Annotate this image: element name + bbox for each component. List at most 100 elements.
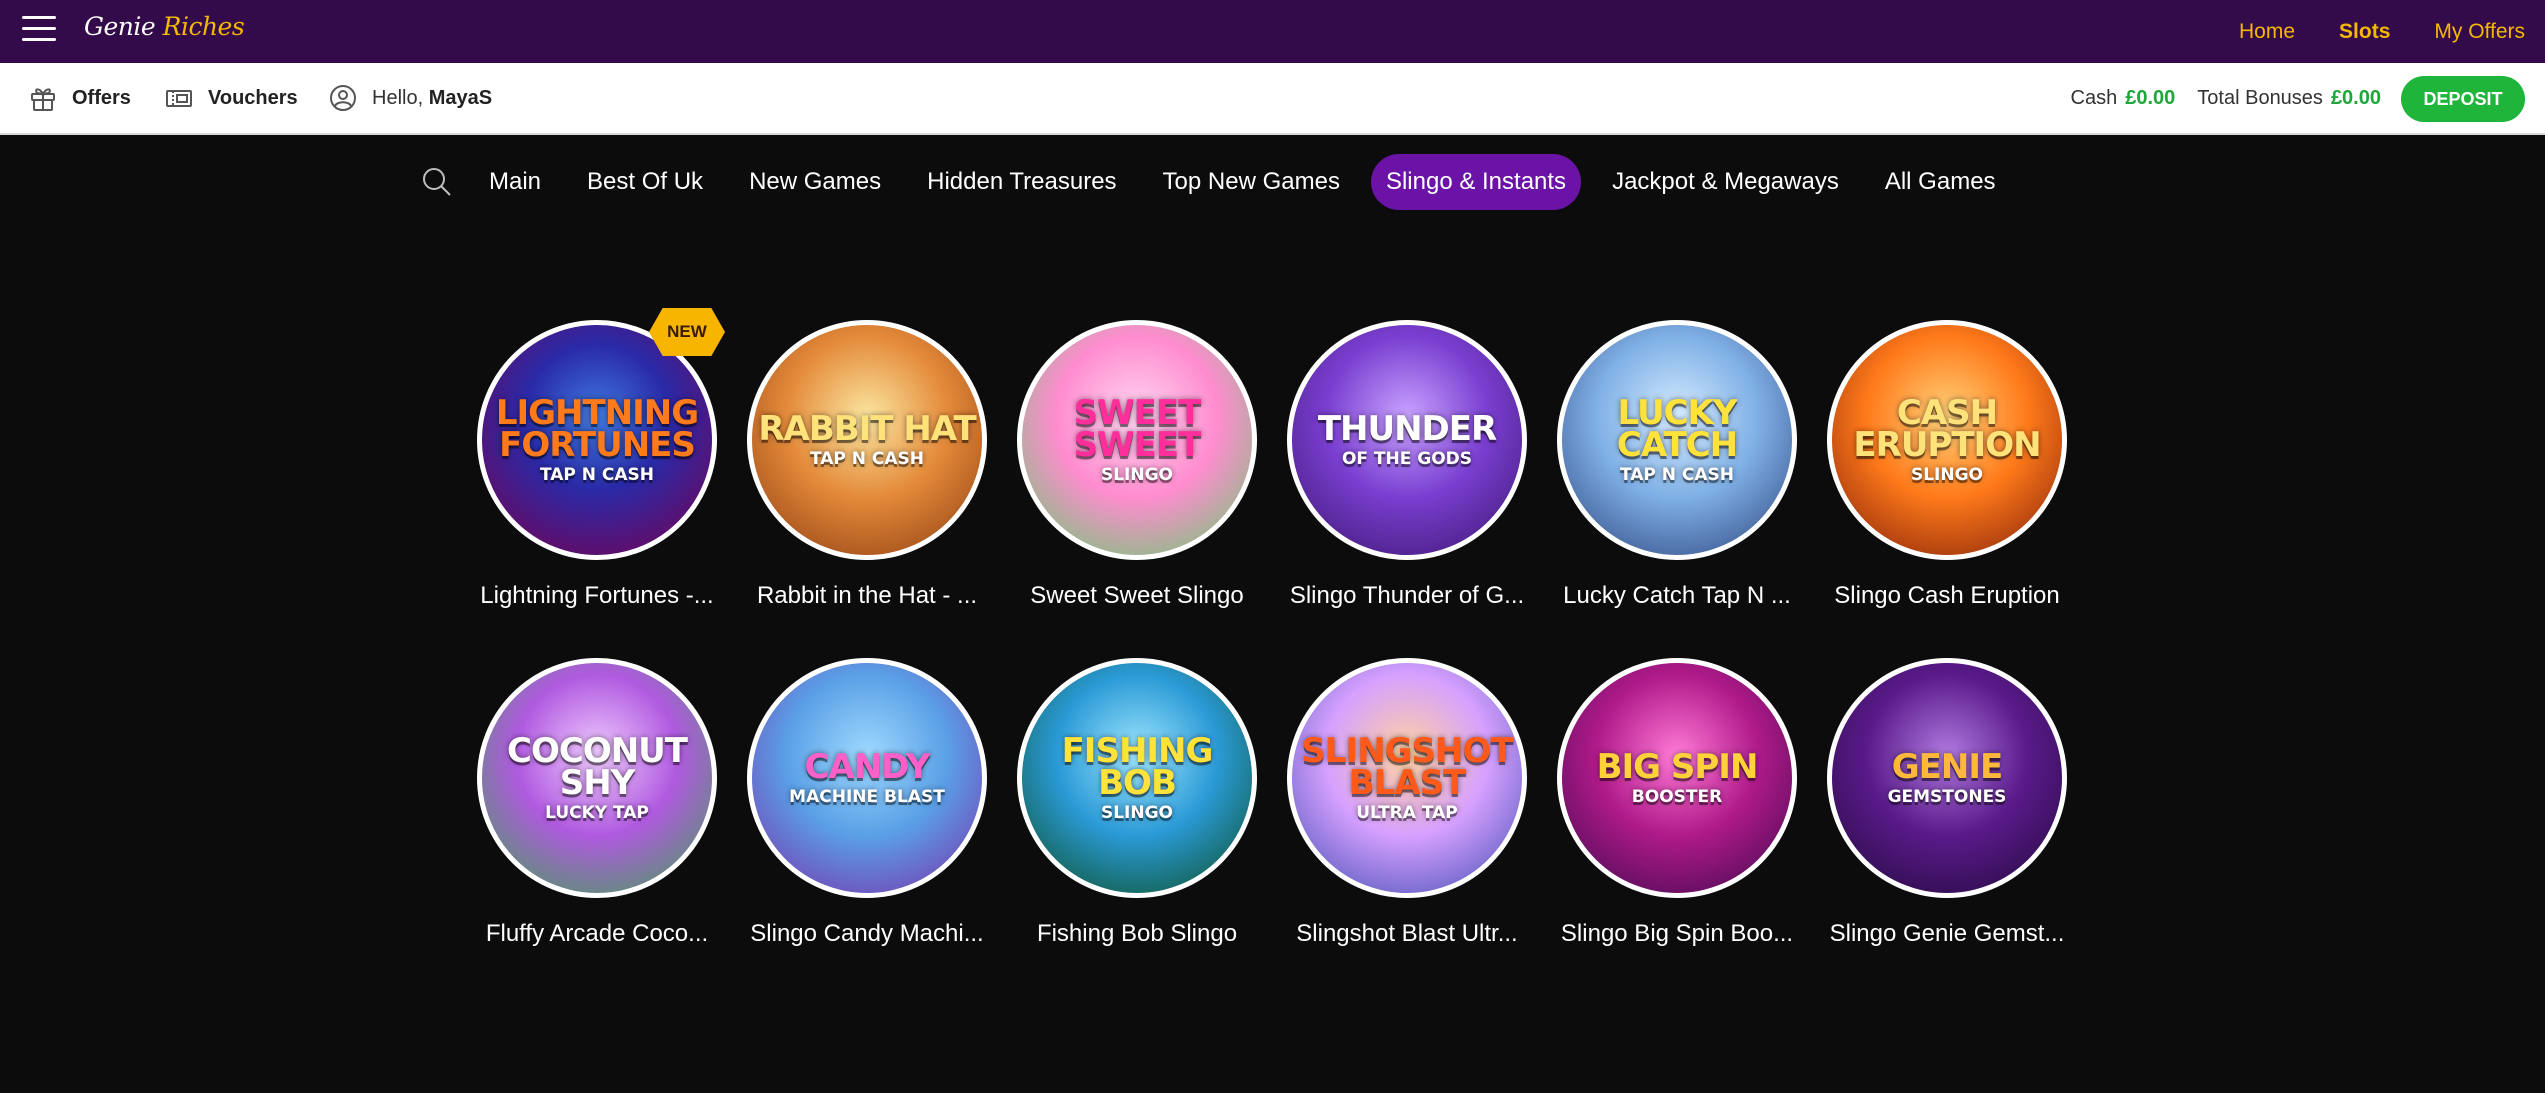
game-tile[interactable]: Rabbit Hat TAP N CASH Rabbit in the Hat - …	[732, 320, 1002, 610]
game-art-title: Big Spin BOOSTER	[1591, 750, 1764, 806]
game-tile[interactable]: Sweet Sweet SLINGO Sweet Sweet Slingo	[1002, 320, 1272, 610]
game-art-title-text: Lucky Catch	[1616, 392, 1738, 465]
hello-prefix: Hello,	[372, 86, 424, 109]
game-thumbnail[interactable]: Big Spin BOOSTER	[1557, 658, 1797, 898]
game-thumbnail[interactable]: Fishing Bob SLINGO	[1017, 658, 1257, 898]
game-art-title: Candy MACHINE BLAST	[783, 750, 951, 808]
nav-my-offers-link[interactable]: My Offers	[2434, 20, 2525, 44]
category-tab[interactable]: Hidden Treasures	[912, 154, 1131, 210]
game-art-title-text: Rabbit Hat	[758, 408, 976, 449]
game-tile[interactable]: Candy MACHINE BLAST Slingo Candy Machi...	[732, 658, 1002, 948]
search-icon[interactable]	[420, 165, 454, 199]
game-thumbnail[interactable]: Lucky Catch TAP N CASH	[1557, 320, 1797, 560]
game-art-disc: Fishing Bob SLINGO	[1017, 658, 1257, 898]
category-nav: Main Best Of Uk New Games Hidden Treasures T…	[420, 154, 2027, 210]
game-name[interactable]: Slingo Candy Machi...	[732, 920, 1002, 948]
category-tab[interactable]: Main	[474, 154, 556, 210]
game-art-disc: Lightning Fortunes TAP N CASH	[477, 320, 717, 560]
username: MayaS	[428, 86, 493, 109]
voucher-icon	[166, 90, 192, 107]
game-art-title: Slingshot Blast ultra tap	[1292, 734, 1522, 824]
game-thumbnail[interactable]: Candy MACHINE BLAST	[747, 658, 987, 898]
game-name[interactable]: Slingo Genie Gemst...	[1812, 920, 2082, 948]
offers-button[interactable]: Offers	[28, 63, 131, 133]
game-art-title-text: Sweet Sweet	[1073, 392, 1202, 465]
game-name[interactable]: Fluffy Arcade Coco...	[462, 920, 732, 948]
game-art-subtitle: TAP N CASH	[539, 465, 655, 486]
game-name[interactable]: Slingo Thunder of G...	[1272, 582, 1542, 610]
game-name[interactable]: Slingshot Blast Ultr...	[1272, 920, 1542, 948]
game-art-title: Cash Eruption SLINGO	[1832, 396, 2062, 486]
game-name[interactable]: Slingo Big Spin Boo...	[1542, 920, 1812, 948]
category-tab[interactable]: Top New Games	[1148, 154, 1355, 210]
game-thumbnail[interactable]: Slingshot Blast ultra tap	[1287, 658, 1527, 898]
game-tile[interactable]: Big Spin BOOSTER Slingo Big Spin Boo...	[1542, 658, 1812, 948]
game-art-title-text: Thunder	[1317, 408, 1497, 449]
menu-icon[interactable]	[22, 16, 56, 42]
game-name[interactable]: Lucky Catch Tap N ...	[1542, 582, 1812, 610]
brand-logo[interactable]: Genie Riches	[84, 12, 245, 41]
game-art-title-text: Lightning Fortunes	[495, 392, 699, 465]
game-name[interactable]: Rabbit in the Hat - ...	[732, 582, 1002, 610]
game-tile[interactable]: Genie Gemstones Slingo Genie Gemst...	[1812, 658, 2082, 948]
category-list: Main Best Of Uk New Games Hidden Treasures T…	[474, 154, 2027, 210]
game-art-disc: Sweet Sweet SLINGO	[1017, 320, 1257, 560]
bonus-label: Total Bonuses	[2197, 86, 2323, 109]
gift-icon	[31, 88, 55, 111]
game-thumbnail[interactable]: Coconut Shy LUCKY TAP	[477, 658, 717, 898]
deposit-button[interactable]: DEPOSIT	[2401, 76, 2525, 122]
game-art-title-text: Coconut Shy	[507, 730, 688, 803]
game-thumbnail[interactable]: Sweet Sweet SLINGO	[1017, 320, 1257, 560]
game-thumbnail[interactable]: Genie Gemstones	[1827, 658, 2067, 898]
game-name[interactable]: Sweet Sweet Slingo	[1002, 582, 1272, 610]
game-art-title-text: Fishing Bob	[1061, 730, 1214, 803]
nav-home-link[interactable]: Home	[2239, 20, 2295, 44]
brand-name-part1: Genie	[84, 12, 156, 41]
game-art-disc: Candy MACHINE BLAST	[747, 658, 987, 898]
category-tab[interactable]: Best Of Uk	[572, 154, 718, 210]
game-art-subtitle: LUCKY TAP	[545, 803, 649, 824]
game-name[interactable]: Fishing Bob Slingo	[1002, 920, 1272, 948]
game-art-disc: Thunder OF THE GODS	[1287, 320, 1527, 560]
game-tile[interactable]: Slingshot Blast ultra tap Slingshot Blast …	[1272, 658, 1542, 948]
cash-balance: Cash £0.00	[2071, 87, 2176, 110]
game-tile[interactable]: Lucky Catch TAP N CASH Lucky Catch Tap N .…	[1542, 320, 1812, 610]
vouchers-button[interactable]: Vouchers	[164, 63, 298, 133]
game-art-title-text: Genie	[1891, 746, 2003, 787]
category-tab[interactable]: All Games	[1870, 154, 2011, 210]
game-art-subtitle: SLINGO	[1100, 803, 1174, 824]
game-art-subtitle: TAP N CASH	[1619, 465, 1735, 486]
game-art-title: Thunder OF THE GODS	[1312, 412, 1502, 470]
game-thumbnail[interactable]: Lightning Fortunes TAP N CASH NEW	[477, 308, 725, 560]
nav-slots-link[interactable]: Slots	[2339, 20, 2390, 44]
game-tile[interactable]: Thunder OF THE GODS Slingo Thunder of G...	[1272, 320, 1542, 610]
game-thumbnail[interactable]: Thunder OF THE GODS	[1287, 320, 1527, 560]
game-art-subtitle: OF THE GODS	[1341, 449, 1473, 470]
game-art-disc: Rabbit Hat TAP N CASH	[747, 320, 987, 560]
bonus-amount: £0.00	[2330, 86, 2381, 109]
game-art-subtitle: SLINGO	[1910, 465, 1984, 486]
game-tile[interactable]: Fishing Bob SLINGO Fishing Bob Slingo	[1002, 658, 1272, 948]
game-name[interactable]: Slingo Cash Eruption	[1812, 582, 2082, 610]
game-thumbnail[interactable]: Cash Eruption SLINGO	[1827, 320, 2067, 560]
game-art-subtitle: ultra tap	[1356, 803, 1458, 824]
game-art-title: Sweet Sweet SLINGO	[1022, 396, 1252, 484]
top-bar: Genie Riches Home Slots My Offers	[0, 0, 2545, 63]
cash-amount: £0.00	[2125, 86, 2176, 109]
category-tab[interactable]: New Games	[734, 154, 896, 210]
new-badge: NEW	[649, 308, 725, 356]
game-tile[interactable]: Cash Eruption SLINGO Slingo Cash Eruption	[1812, 320, 2082, 610]
game-name[interactable]: Lightning Fortunes -...	[462, 582, 732, 610]
category-tab[interactable]: Jackpot & Megaways	[1597, 154, 1854, 210]
game-tile[interactable]: Coconut Shy LUCKY TAP Fluffy Arcade Coco..…	[462, 658, 732, 948]
game-art-title-text: Slingshot Blast	[1301, 730, 1513, 803]
game-art-subtitle: Gemstones	[1887, 787, 2007, 808]
category-tab[interactable]: Slingo & Instants	[1370, 154, 1582, 210]
account-profile-button[interactable]: Hello, MayaS	[328, 63, 492, 133]
game-art-subtitle: TAP N CASH	[809, 449, 925, 470]
game-tile[interactable]: Lightning Fortunes TAP N CASH NEW Lightning…	[462, 308, 732, 610]
balances: Cash £0.00 Total Bonuses £0.00	[2071, 63, 2381, 133]
game-art-subtitle: MACHINE BLAST	[789, 787, 945, 808]
game-thumbnail[interactable]: Rabbit Hat TAP N CASH	[747, 320, 987, 560]
bonus-balance: Total Bonuses £0.00	[2197, 87, 2381, 110]
